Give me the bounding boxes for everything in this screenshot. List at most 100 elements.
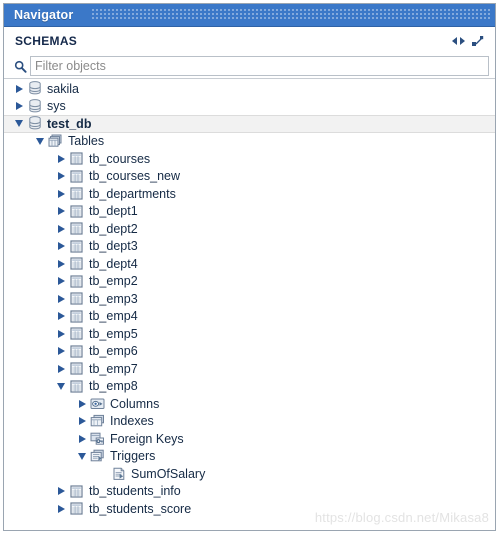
expand-arrow-open-icon[interactable] xyxy=(75,449,89,463)
tree-node-label: sakila xyxy=(47,81,79,96)
expand-arrow-closed-icon[interactable] xyxy=(54,484,68,498)
expand-arrow-closed-icon[interactable] xyxy=(12,99,26,113)
database-icon xyxy=(26,98,43,114)
table-icon xyxy=(68,484,85,499)
tree-node-label: tb_dept1 xyxy=(89,204,138,219)
tree-node-tb-dept3[interactable]: tb_dept3 xyxy=(4,238,495,256)
tree-node-tb-students-info[interactable]: tb_students_info xyxy=(4,483,495,501)
database-icon xyxy=(26,81,43,96)
tree-node-sakila[interactable]: sakila xyxy=(4,80,495,98)
table-icon xyxy=(68,344,85,359)
expand-arrow-closed-icon[interactable] xyxy=(54,327,68,341)
expand-arrow-closed-icon[interactable] xyxy=(54,502,68,516)
expand-arrow-closed-icon[interactable] xyxy=(54,257,68,271)
tree-node-sumofsalary[interactable]: SumOfSalary xyxy=(4,465,495,483)
filter-objects-input[interactable] xyxy=(30,56,489,76)
table-icon xyxy=(68,309,85,324)
tree-node-tb-emp4[interactable]: tb_emp4 xyxy=(4,308,495,326)
navigator-panel: Navigator SCHEMAS Filter objects sakila … xyxy=(3,3,496,531)
expand-arrow-closed-icon[interactable] xyxy=(54,222,68,236)
expand-arrow-closed-icon[interactable] xyxy=(54,274,68,288)
tree-node-columns[interactable]: Columns xyxy=(4,395,495,413)
tree-node-label: sys xyxy=(47,99,66,114)
expand-arrow-open-icon[interactable] xyxy=(33,134,47,148)
table-icon xyxy=(68,291,85,306)
schemas-label: SCHEMAS xyxy=(15,33,78,48)
tree-node-tb-dept1[interactable]: tb_dept1 xyxy=(4,203,495,221)
tree-node-test-db[interactable]: test_db xyxy=(4,115,495,133)
panel-title: Navigator xyxy=(14,8,74,22)
tree-node-sys[interactable]: sys xyxy=(4,98,495,116)
tree-node-tb-courses[interactable]: tb_courses xyxy=(4,150,495,168)
tree-node-tb-emp8[interactable]: tb_emp8 xyxy=(4,378,495,396)
titlebar-grip xyxy=(92,9,491,21)
tree-node-label: tb_emp6 xyxy=(89,344,138,359)
tree-node-label: tb_dept2 xyxy=(89,221,138,236)
database-icon xyxy=(26,116,43,131)
table-icon xyxy=(68,361,85,376)
tree-node-tables[interactable]: Tables xyxy=(4,133,495,151)
tree-node-label: tb_emp7 xyxy=(89,361,138,376)
tree-node-tb-dept4[interactable]: tb_dept4 xyxy=(4,255,495,273)
expand-arrow-open-icon[interactable] xyxy=(12,117,26,131)
tree-node-label: tb_dept4 xyxy=(89,256,138,271)
tree-node-tb-emp5[interactable]: tb_emp5 xyxy=(4,325,495,343)
table-icon xyxy=(68,151,85,166)
expand-arrow-closed-icon[interactable] xyxy=(54,169,68,183)
tree-node-tb-courses-new[interactable]: tb_courses_new xyxy=(4,168,495,186)
tree-node-tb-emp6[interactable]: tb_emp6 xyxy=(4,343,495,361)
schema-tree-container[interactable]: sakila sys test_db Tables tb_courses tb_cours… xyxy=(4,78,495,530)
tree-node-foreign-keys[interactable]: Foreign Keys xyxy=(4,430,495,448)
navigator-titlebar[interactable]: Navigator xyxy=(4,4,495,27)
tree-node-label: Tables xyxy=(68,134,105,149)
tree-node-tb-emp7[interactable]: tb_emp7 xyxy=(4,360,495,378)
expand-arrow-closed-icon[interactable] xyxy=(75,397,89,411)
triggers-icon xyxy=(89,449,106,464)
tree-node-label: tb_students_info xyxy=(89,484,181,499)
expand-arrow-closed-icon[interactable] xyxy=(75,414,89,428)
tree-node-label: tb_emp3 xyxy=(89,291,138,306)
table-icon xyxy=(68,186,85,201)
tree-node-triggers[interactable]: Triggers xyxy=(4,448,495,466)
tree-node-label: Columns xyxy=(110,396,160,411)
expand-arrow-closed-icon[interactable] xyxy=(54,187,68,201)
tree-node-label: SumOfSalary xyxy=(131,466,206,481)
expand-arrow-closed-icon[interactable] xyxy=(75,432,89,446)
tree-node-label: Indexes xyxy=(110,414,154,429)
tree-node-tb-departments[interactable]: tb_departments xyxy=(4,185,495,203)
table-icon xyxy=(68,326,85,341)
table-icon xyxy=(68,221,85,236)
tree-node-tb-emp2[interactable]: tb_emp2 xyxy=(4,273,495,291)
expand-arrow-closed-icon[interactable] xyxy=(12,82,26,96)
tree-node-label: tb_departments xyxy=(89,186,176,201)
tree-node-label: Foreign Keys xyxy=(110,431,184,446)
indexes-icon xyxy=(89,414,106,429)
expand-arrow-closed-icon[interactable] xyxy=(54,344,68,358)
tree-node-indexes[interactable]: Indexes xyxy=(4,413,495,431)
collapse-all-icon[interactable] xyxy=(469,33,487,49)
expand-arrow-open-icon[interactable] xyxy=(54,379,68,393)
tree-node-label: test_db xyxy=(47,116,92,131)
search-icon xyxy=(10,57,30,75)
expand-arrow-closed-icon[interactable] xyxy=(54,152,68,166)
tree-node-label: tb_students_score xyxy=(89,501,192,516)
table-icon xyxy=(68,274,85,289)
filter-row xyxy=(4,54,495,78)
expand-arrow-closed-icon[interactable] xyxy=(54,204,68,218)
tree-node-tb-emp3[interactable]: tb_emp3 xyxy=(4,290,495,308)
tables-folder-icon xyxy=(47,134,64,149)
tree-node-label: tb_emp2 xyxy=(89,274,138,289)
tree-node-label: tb_courses_new xyxy=(89,169,181,184)
tree-node-label: tb_emp8 xyxy=(89,379,138,394)
schema-tree: sakila sys test_db Tables tb_courses tb_cours… xyxy=(4,79,495,530)
expand-arrow-closed-icon[interactable] xyxy=(54,309,68,323)
expand-arrow-closed-icon[interactable] xyxy=(54,292,68,306)
expand-arrow-closed-icon[interactable] xyxy=(54,239,68,253)
table-icon xyxy=(68,501,85,516)
tree-node-tb-dept2[interactable]: tb_dept2 xyxy=(4,220,495,238)
refresh-icon[interactable] xyxy=(449,33,467,49)
columns-icon xyxy=(89,396,106,411)
expand-arrow-closed-icon[interactable] xyxy=(54,362,68,376)
trigger-item-icon xyxy=(110,466,127,481)
tree-node-label: Triggers xyxy=(110,449,156,464)
